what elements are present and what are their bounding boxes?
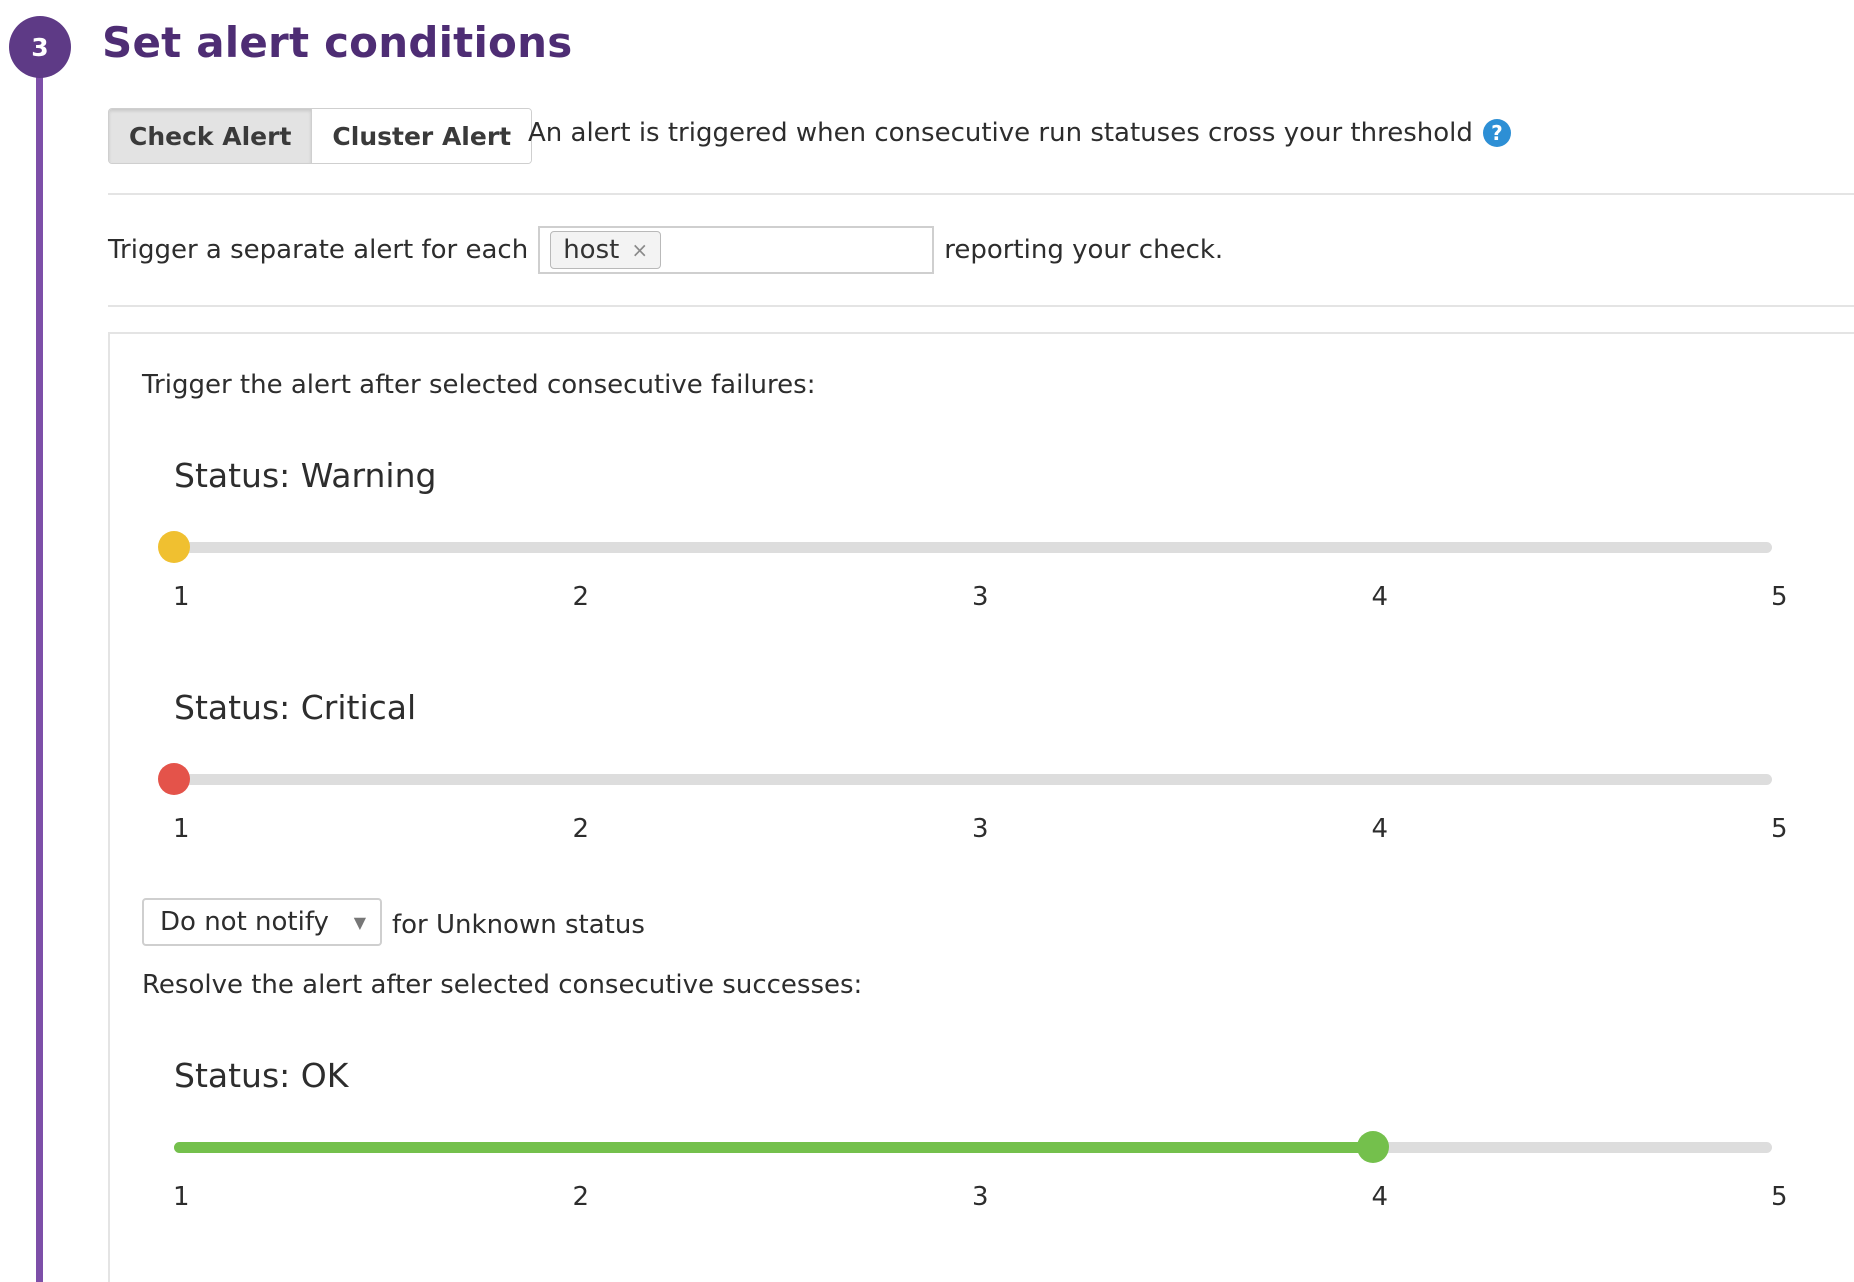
step-title: Set alert conditions — [102, 18, 573, 67]
group-by-prefix: Trigger a separate alert for each — [108, 235, 529, 265]
help-icon[interactable]: ? — [1482, 119, 1511, 147]
ok-slider: Status: OK 1 2 3 4 5 — [173, 1056, 1788, 1216]
tick-label: 2 — [572, 1182, 590, 1212]
tick-label: 4 — [1371, 814, 1389, 844]
tick-label: 1 — [173, 582, 190, 612]
unknown-status-select[interactable]: Do not notify ▼ — [142, 898, 382, 946]
slider-track[interactable] — [174, 1131, 1772, 1163]
group-by-suffix: reporting your check. — [944, 235, 1224, 265]
tick-label: 2 — [572, 582, 590, 612]
tag-chip-host: host × — [550, 231, 662, 269]
slider-title: Status: Critical — [174, 688, 417, 727]
tick-label: 3 — [972, 582, 989, 612]
critical-slider: Status: Critical 1 2 3 4 5 — [158, 688, 1788, 848]
tick-label: 5 — [1771, 1182, 1788, 1212]
step-number-badge: 3 — [9, 16, 71, 78]
slider-thumb[interactable] — [1356, 1131, 1389, 1163]
divider — [108, 305, 1854, 307]
tick-label: 3 — [972, 814, 989, 844]
group-by-row: Trigger a separate alert for each host ×… — [108, 226, 1223, 274]
step-rail — [36, 40, 43, 1282]
tag-chip-label: host — [563, 235, 620, 265]
tick-label: 5 — [1771, 814, 1788, 844]
slider-fill — [174, 1142, 1373, 1153]
tick-label: 5 — [1771, 582, 1788, 612]
caret-down-icon: ▼ — [353, 912, 366, 932]
alert-conditions-page: 3 Set alert conditions Check Alert Clust… — [0, 0, 1854, 1282]
check-alert-button[interactable]: Check Alert — [109, 109, 313, 163]
cluster-alert-button[interactable]: Cluster Alert — [312, 109, 532, 163]
slider-track[interactable] — [158, 531, 1772, 563]
slider-thumb[interactable] — [158, 763, 190, 795]
slider-title: Status: OK — [174, 1056, 349, 1095]
slider-title: Status: Warning — [174, 456, 437, 495]
group-by-tag-input[interactable]: host × — [538, 226, 935, 274]
tick-label: 2 — [572, 814, 590, 844]
tick-label: 4 — [1371, 1182, 1389, 1212]
unknown-status-suffix: for Unknown status — [392, 910, 645, 940]
slider-track[interactable] — [158, 763, 1772, 795]
tick-label: 3 — [972, 1182, 989, 1212]
slider-thumb[interactable] — [158, 531, 190, 563]
successes-label: Resolve the alert after selected consecu… — [142, 970, 863, 1000]
tick-label: 4 — [1371, 582, 1389, 612]
tick-label: 1 — [173, 1182, 190, 1212]
tag-remove-icon[interactable]: × — [631, 238, 648, 262]
tick-label: 1 — [173, 814, 190, 844]
alert-type-description: An alert is triggered when consecutive r… — [528, 118, 1473, 148]
alert-type-toggle: Check Alert Cluster Alert — [108, 108, 533, 164]
select-value: Do not notify — [160, 907, 329, 937]
divider — [108, 193, 1854, 195]
alert-type-description-row: An alert is triggered when consecutive r… — [528, 118, 1511, 148]
unknown-status-row: Do not notify ▼ for Unknown status — [142, 898, 645, 946]
warning-slider: Status: Warning 1 2 3 4 5 — [158, 456, 1788, 616]
failures-label: Trigger the alert after selected consecu… — [142, 370, 816, 400]
